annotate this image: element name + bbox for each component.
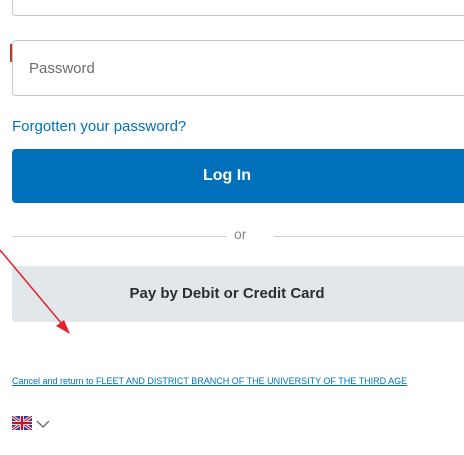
password-input[interactable] xyxy=(13,41,464,95)
password-field-container[interactable] xyxy=(12,40,464,96)
login-button[interactable]: Log In xyxy=(12,149,464,203)
language-selector[interactable] xyxy=(11,414,50,436)
cancel-and-return-link[interactable]: Cancel and return to FLEET AND DISTRICT … xyxy=(12,376,412,386)
uk-flag-icon xyxy=(11,414,33,435)
email-field[interactable] xyxy=(12,0,464,16)
forgot-password-link[interactable]: Forgotten your password? xyxy=(12,118,186,135)
divider-line-left xyxy=(12,236,226,237)
chevron-down-icon xyxy=(36,416,50,434)
or-divider: or xyxy=(12,226,464,246)
pay-by-card-button[interactable]: Pay by Debit or Credit Card xyxy=(12,266,464,322)
divider-line-right xyxy=(274,236,464,237)
divider-text: or xyxy=(234,226,247,242)
paypal-login-panel: Forgotten your password? Log In or Pay b… xyxy=(0,0,464,455)
